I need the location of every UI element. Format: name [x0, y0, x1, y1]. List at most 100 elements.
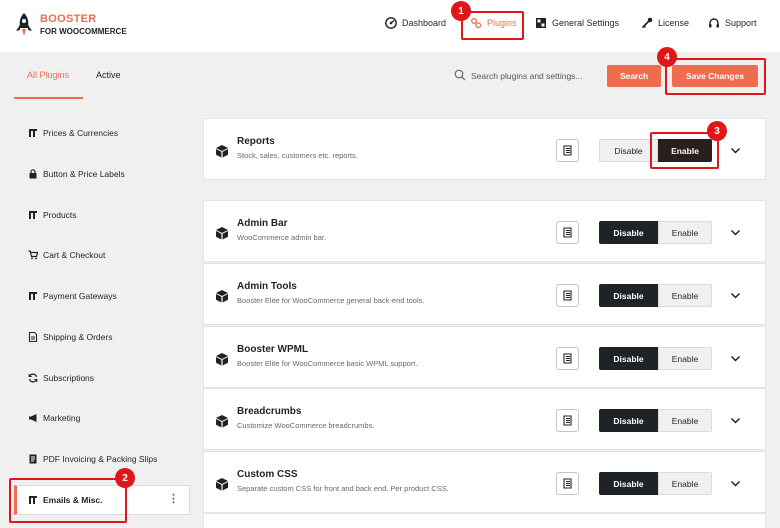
sidebar-item-label: Subscriptions	[43, 373, 95, 383]
chevron-down-icon[interactable]	[730, 415, 741, 426]
dashboard-icon	[385, 17, 397, 29]
sidebar-item-subscriptions[interactable]: Subscriptions	[14, 363, 190, 393]
module-title: Booster WPML	[237, 344, 309, 355]
document-icon	[563, 145, 572, 156]
enable-button[interactable]: Enable	[658, 409, 712, 432]
documentation-button[interactable]	[556, 472, 579, 495]
nav-support[interactable]: Support	[708, 17, 757, 29]
cube-icon	[216, 353, 228, 366]
sidebar-item-label: Shipping & Orders	[43, 332, 113, 342]
highlight-plugins-nav	[461, 11, 524, 40]
document-icon	[563, 353, 572, 364]
cube-icon	[216, 290, 228, 303]
headset-icon	[709, 18, 719, 28]
sidebar-item-marketing[interactable]: Marketing	[14, 403, 190, 433]
documentation-button[interactable]	[556, 139, 579, 162]
tab-active[interactable]: Active	[96, 70, 121, 80]
module-card-booster-wpml: Booster WPML Booster Elite for WooCommer…	[203, 326, 766, 388]
highlight-save-changes	[665, 58, 766, 95]
module-description: WooCommerce admin bar.	[237, 233, 327, 242]
enable-button[interactable]: Enable	[658, 284, 712, 307]
module-card-admin-bar: Admin Bar WooCommerce admin bar. Disable…	[203, 200, 766, 262]
documentation-button[interactable]	[556, 409, 579, 432]
search-icon	[454, 69, 466, 81]
callout-badge-1: 1	[451, 1, 471, 21]
payment-icon	[29, 292, 37, 300]
nav-general-settings-label: General Settings	[552, 18, 620, 28]
document-icon	[563, 415, 572, 426]
category-icon	[29, 129, 37, 137]
documentation-button[interactable]	[556, 221, 579, 244]
sidebar-item-label: Marketing	[43, 413, 81, 423]
nav-license-label: License	[658, 18, 690, 28]
invoice-icon	[29, 454, 37, 464]
search-input[interactable]: Search plugins and settings...	[471, 71, 583, 81]
nav-license[interactable]: License	[641, 17, 689, 29]
documentation-button[interactable]	[556, 284, 579, 307]
enable-button[interactable]: Enable	[658, 347, 712, 370]
module-card-admin-tools: Admin Tools Booster Elite for WooCommerc…	[203, 263, 766, 325]
cube-icon	[216, 145, 228, 158]
disable-button[interactable]: Disable	[599, 284, 658, 307]
cube-icon	[216, 227, 228, 240]
document-icon	[563, 290, 572, 301]
disable-button[interactable]: Disable	[599, 409, 658, 432]
sidebar-item-shipping-orders[interactable]: Shipping & Orders	[14, 322, 190, 352]
documentation-button[interactable]	[556, 347, 579, 370]
chevron-down-icon[interactable]	[730, 290, 741, 301]
nav-support-label: Support	[725, 18, 757, 28]
chevron-down-icon[interactable]	[730, 145, 741, 156]
tab-all-plugins[interactable]: All Plugins	[27, 70, 69, 80]
refresh-icon	[28, 373, 38, 383]
module-title: Admin Tools	[237, 281, 297, 292]
nav-dashboard[interactable]: Dashboard	[385, 17, 446, 29]
module-card-breadcrumbs: Breadcrumbs Customize WooCommerce breadc…	[203, 388, 766, 450]
sidebar-item-button-price-labels[interactable]: Button & Price Labels	[14, 159, 190, 189]
key-icon	[641, 17, 653, 29]
logo-title: BOOSTER	[40, 13, 97, 25]
sidebar-item-label: Button & Price Labels	[43, 169, 125, 179]
products-icon	[29, 211, 37, 219]
document-icon	[563, 478, 572, 489]
highlight-emails-misc	[9, 478, 127, 523]
module-description: Booster Elite for WooCommerce general ba…	[237, 296, 425, 305]
document-icon	[28, 332, 38, 342]
settings-grid-icon	[536, 18, 546, 28]
sidebar-item-cart-checkout[interactable]: Cart & Checkout	[14, 240, 190, 270]
sidebar-item-payment-gateways[interactable]: Payment Gateways	[14, 281, 190, 311]
cube-icon	[216, 415, 228, 428]
sidebar-item-prices-currencies[interactable]: Prices & Currencies	[14, 118, 190, 148]
enable-button[interactable]: Enable	[658, 472, 712, 495]
chevron-down-icon[interactable]	[730, 478, 741, 489]
module-description: Stock, sales, customers etc. reports.	[237, 151, 358, 160]
enable-button[interactable]: Enable	[658, 221, 712, 244]
sidebar-item-label: Products	[43, 210, 77, 220]
module-card-partial	[203, 513, 766, 528]
module-description: Customize WooCommerce breadcrumbs.	[237, 421, 375, 430]
disable-button[interactable]: Disable	[599, 221, 658, 244]
sidebar-item-products[interactable]: Products	[14, 200, 190, 230]
module-card-custom-css: Custom CSS Separate custom CSS for front…	[203, 451, 766, 513]
chevron-down-icon[interactable]	[730, 353, 741, 364]
module-title: Reports	[237, 136, 275, 147]
search-button[interactable]: Search	[607, 65, 661, 87]
module-description: Separate custom CSS for front and back e…	[237, 484, 449, 493]
callout-badge-3: 3	[707, 121, 727, 141]
callout-badge-2: 2	[115, 468, 135, 488]
disable-button[interactable]: Disable	[599, 472, 658, 495]
nav-general-settings[interactable]: General Settings	[535, 17, 619, 29]
module-title: Custom CSS	[237, 469, 298, 480]
logo-subtitle: FOR WOOCOMMERCE	[40, 27, 127, 36]
sidebar-item-pdf-invoicing[interactable]: PDF Invoicing & Packing Slips	[14, 444, 190, 474]
cart-icon	[28, 250, 38, 260]
more-options-icon[interactable]: ⋮	[168, 494, 179, 505]
disable-button[interactable]: Disable	[599, 347, 658, 370]
booster-logo[interactable]: BOOSTER FOR WOOCOMMERCE	[14, 12, 127, 38]
cube-icon	[216, 478, 228, 491]
sidebar-item-label: PDF Invoicing & Packing Slips	[43, 454, 158, 464]
top-bar: BOOSTER FOR WOOCOMMERCE Dashboard Plugin…	[0, 0, 780, 52]
chevron-down-icon[interactable]	[730, 227, 741, 238]
module-title: Admin Bar	[237, 218, 288, 229]
module-description: Booster Elite for WooCommerce basic WPML…	[237, 359, 418, 368]
sidebar-item-label: Payment Gateways	[43, 291, 117, 301]
